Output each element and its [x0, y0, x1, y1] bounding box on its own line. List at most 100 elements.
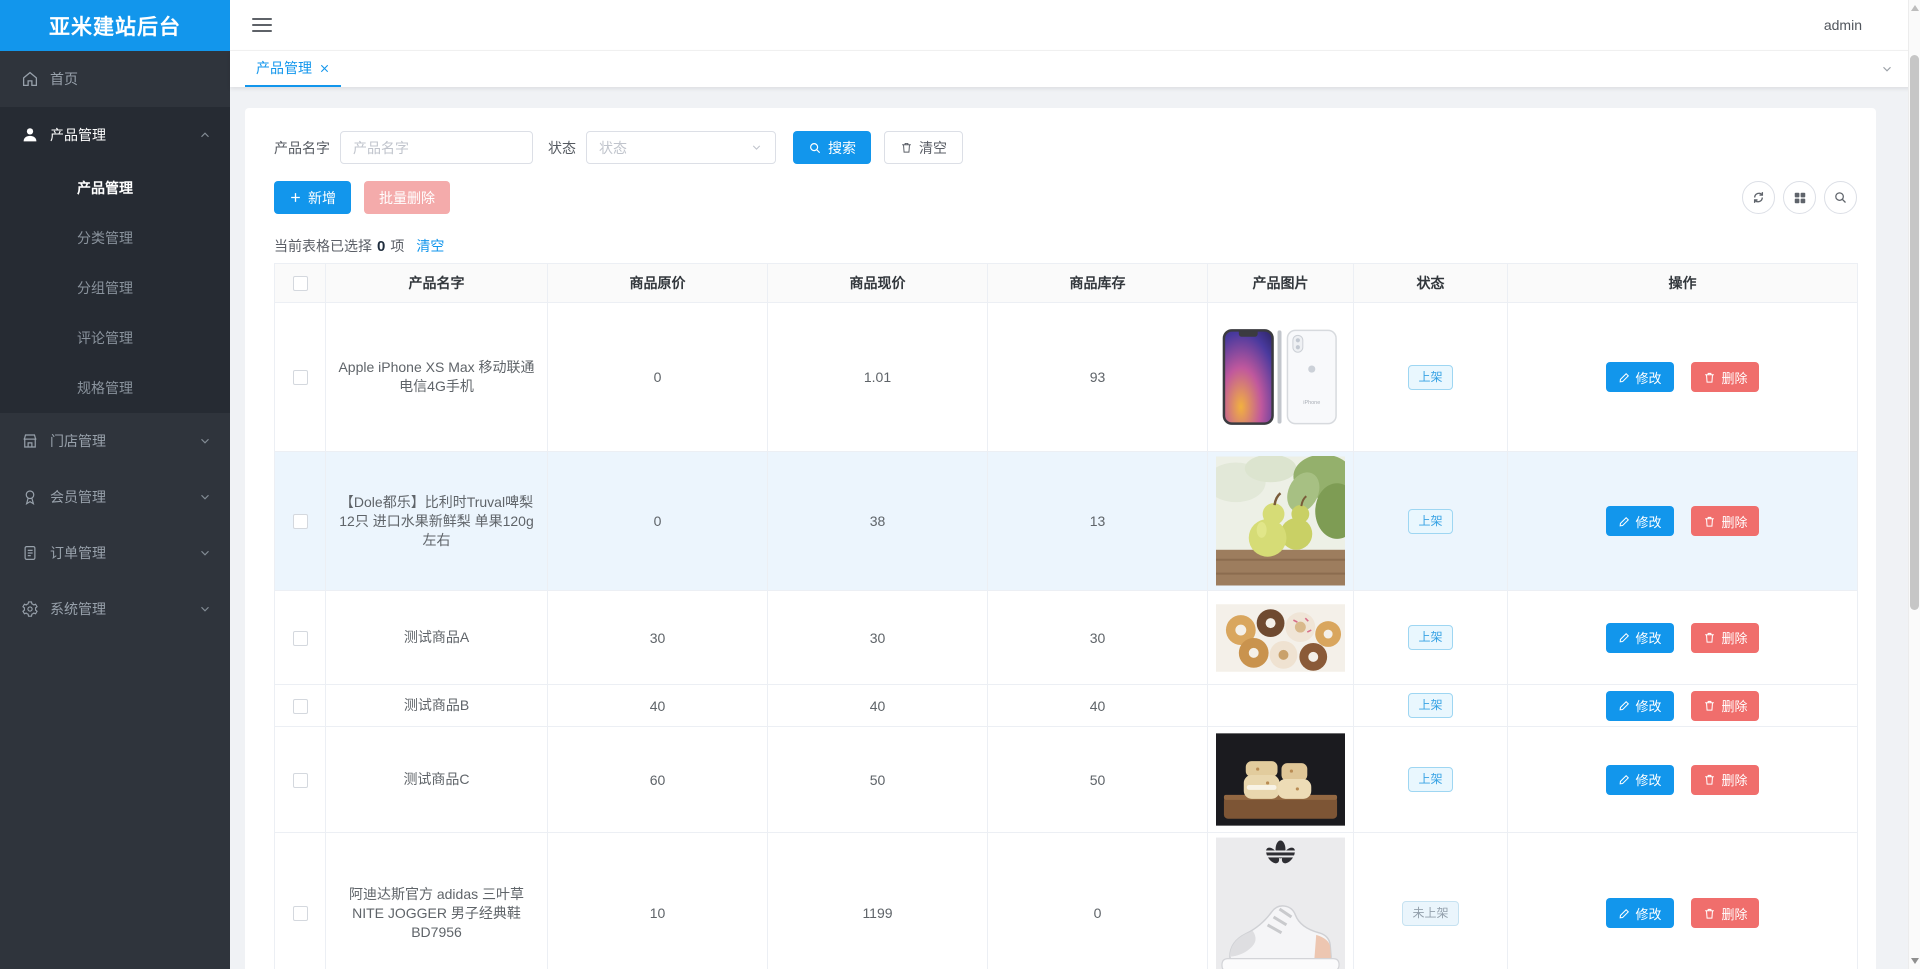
- sidebar-subitem-product-management[interactable]: 产品管理: [0, 163, 230, 213]
- pencil-icon: [1619, 372, 1629, 382]
- sidebar-subitem-spec-management[interactable]: 规格管理: [0, 363, 230, 413]
- row-checkbox[interactable]: [292, 698, 308, 714]
- table-search-button[interactable]: [1824, 181, 1857, 214]
- cookies-product-photo: [1216, 733, 1345, 826]
- select-all-checkbox[interactable]: [292, 276, 308, 292]
- pencil-icon: [1619, 700, 1629, 711]
- sidebar-subitem-category-management[interactable]: 分类管理: [0, 213, 230, 263]
- original-price: 0: [547, 302, 768, 452]
- sidebar-item-system-management[interactable]: 系统管理: [0, 581, 230, 637]
- donuts-product-photo: [1216, 603, 1345, 672]
- column-header: 操作: [1507, 263, 1858, 303]
- shop-icon: [21, 432, 39, 450]
- close-icon[interactable]: [319, 63, 330, 74]
- status-badge: 上架: [1408, 364, 1453, 390]
- sidebar-item-home[interactable]: 首页: [0, 51, 230, 107]
- sidebar-item-order-management[interactable]: 订单管理: [0, 525, 230, 581]
- status-badge: 上架: [1408, 693, 1453, 718]
- delete-button[interactable]: 删除: [1691, 690, 1760, 721]
- home-icon: [21, 70, 39, 88]
- row-checkbox[interactable]: [292, 772, 308, 788]
- product-name-input[interactable]: 产品名字: [340, 131, 533, 164]
- row-checkbox[interactable]: [292, 514, 308, 530]
- add-button[interactable]: 新增: [274, 181, 351, 214]
- sidebar-item-member-management[interactable]: 会员管理: [0, 469, 230, 525]
- edit-button[interactable]: 修改: [1605, 898, 1674, 928]
- delete-button[interactable]: 删除: [1691, 764, 1760, 795]
- svg-text:iPhone: iPhone: [1303, 400, 1320, 406]
- product-name: 测试商品A: [403, 629, 470, 645]
- product-name: 测试商品C: [403, 771, 470, 787]
- scroll-up-arrow[interactable]: [1911, 5, 1919, 11]
- hamburger-icon[interactable]: [252, 18, 274, 32]
- row-checkbox[interactable]: [292, 630, 308, 646]
- scrollbar-thumb[interactable]: [1910, 55, 1919, 610]
- chevron-down-icon: [198, 602, 212, 616]
- sidebar-item-label: 首页: [50, 71, 78, 87]
- tab-product-management[interactable]: 产品管理: [245, 51, 341, 87]
- column-header: 状态: [1353, 263, 1508, 303]
- column-settings-button[interactable]: [1783, 181, 1816, 214]
- search-form: 产品名字 产品名字 状态 状态 搜索 清空: [274, 131, 1857, 164]
- top-header: admin: [230, 0, 1920, 51]
- row-checkbox[interactable]: [292, 370, 308, 386]
- product-panel: 产品名字 产品名字 状态 状态 搜索 清空 新增 批量删除 当前表格已选择 0 …: [245, 108, 1876, 969]
- product-name: Apple iPhone XS Max 移动联通电信4G手机: [338, 359, 535, 394]
- status-badge: 上架: [1408, 508, 1453, 534]
- sidebar-menu: 首页 产品管理 产品管理 分类管理 分组管理 评论管理 规格管理 门店管理 会员…: [0, 51, 230, 969]
- sidebar: 亚米建站后台 首页 产品管理 产品管理 分类管理 分组管理 评论管理 规格管理 …: [0, 0, 230, 969]
- product-image-empty: [1207, 684, 1354, 727]
- pencil-icon: [1619, 908, 1629, 918]
- column-header: 商品库存: [987, 263, 1208, 303]
- selected-count: 0: [377, 237, 386, 255]
- clear-search-button[interactable]: 清空: [884, 131, 963, 164]
- product-name: 测试商品B: [403, 697, 470, 713]
- delete-button[interactable]: 删除: [1691, 362, 1760, 392]
- order-icon: [21, 544, 39, 562]
- user-menu[interactable]: admin: [1824, 17, 1862, 33]
- tab-bar: 产品管理: [230, 51, 1920, 87]
- table-tools: [1742, 181, 1857, 214]
- current-price: 1.01: [767, 302, 988, 452]
- sidebar-subitem-comment-management[interactable]: 评论管理: [0, 313, 230, 363]
- sidebar-item-store-management[interactable]: 门店管理: [0, 413, 230, 469]
- status-select[interactable]: 状态: [586, 131, 776, 164]
- selection-info: 当前表格已选择 0 项 清空: [274, 236, 445, 256]
- current-price: 50: [767, 726, 988, 833]
- edit-button[interactable]: 修改: [1605, 690, 1674, 721]
- column-header: 产品图片: [1207, 263, 1354, 303]
- sneaker-product-photo: [1216, 837, 1345, 969]
- original-price: 0: [547, 451, 768, 591]
- delete-button[interactable]: 删除: [1691, 898, 1760, 928]
- stock: 50: [987, 726, 1208, 833]
- original-price: 10: [547, 832, 768, 969]
- clear-selection-link[interactable]: 清空: [416, 236, 444, 256]
- trash-icon: [1705, 700, 1715, 711]
- delete-button[interactable]: 删除: [1691, 622, 1760, 653]
- main-area: admin 产品管理 产品名字 产品名字 状态 状态 搜索 清空 新增 批量删除…: [230, 0, 1920, 969]
- edit-button[interactable]: 修改: [1605, 362, 1674, 392]
- sidebar-item-label: 会员管理: [50, 489, 106, 505]
- status-badge: 未上架: [1402, 900, 1459, 926]
- search-button[interactable]: 搜索: [793, 131, 871, 164]
- batch-delete-button[interactable]: 批量删除: [364, 181, 450, 214]
- tab-label: 产品管理: [256, 60, 312, 76]
- trash-icon: [1705, 774, 1715, 785]
- sidebar-subitem-group-management[interactable]: 分组管理: [0, 263, 230, 313]
- delete-button[interactable]: 删除: [1691, 506, 1760, 536]
- scroll-down-arrow[interactable]: [1911, 958, 1919, 964]
- vertical-scrollbar[interactable]: [1908, 0, 1920, 969]
- sidebar-item-product-management[interactable]: 产品管理: [0, 107, 230, 163]
- row-checkbox[interactable]: [292, 906, 308, 922]
- tab-list-dropdown[interactable]: [1880, 51, 1894, 87]
- refresh-button[interactable]: [1742, 181, 1775, 214]
- product-name-label: 产品名字: [274, 139, 330, 156]
- edit-button[interactable]: 修改: [1605, 622, 1674, 653]
- table-row: 测试商品B 40 40 40 上架 修改 删除: [274, 684, 1858, 727]
- edit-button[interactable]: 修改: [1605, 506, 1674, 536]
- stock: 40: [987, 684, 1208, 727]
- plus-icon: [291, 193, 300, 202]
- edit-button[interactable]: 修改: [1605, 764, 1674, 795]
- sidebar-item-label: 产品管理: [50, 127, 106, 143]
- sidebar-item-label: 订单管理: [50, 545, 106, 561]
